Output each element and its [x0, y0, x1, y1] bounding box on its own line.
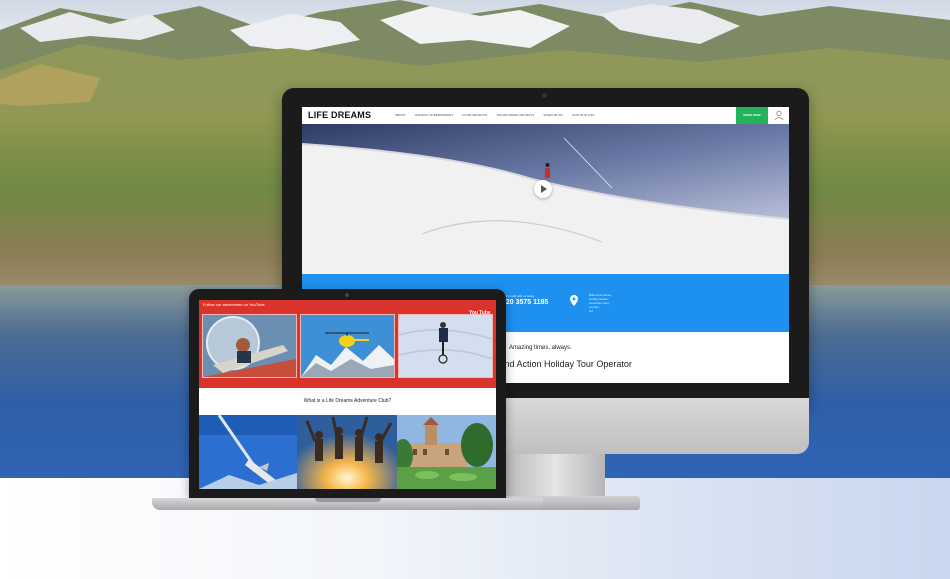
nav-link-join-list[interactable]: JOIN OUR LIST — [572, 113, 595, 117]
headline: ure and Action Holiday Tour Operator — [484, 359, 632, 369]
video-thumbnail-glider[interactable] — [202, 314, 297, 378]
desktop-navbar: LIFE DREAMS ABOUT HOLIDAY SUPERMARKET CL… — [302, 107, 789, 125]
monitor-stand-neck — [505, 454, 605, 500]
nav-links: ABOUT HOLIDAY SUPERMARKET CLUB HOLIDAYS … — [395, 113, 595, 117]
contact-label: Call to talk with us today — [502, 294, 535, 298]
laptop-camera — [345, 293, 349, 297]
club-section: What is a Life Dreams Adventure Club? — [199, 388, 496, 415]
youtube-banner-text: Follow our adventures on YouTube — [203, 302, 265, 307]
nav-link-holiday-supermarket[interactable]: HOLIDAY SUPERMARKET — [415, 113, 453, 117]
monitor-camera — [542, 93, 547, 98]
video-thumbnail-snow-biker[interactable] — [398, 314, 493, 378]
user-icon[interactable] — [774, 110, 784, 120]
laptop-notch — [315, 498, 381, 502]
address-line: N4 — [589, 309, 593, 313]
book-now-button[interactable]: BOOK NOW — [736, 107, 768, 124]
phone-number[interactable]: 020 3575 1185 — [502, 299, 548, 306]
nav-link-club-holidays[interactable]: CLUB HOLIDAYS — [462, 113, 487, 117]
photo-jet — [199, 415, 297, 489]
youtube-logo[interactable]: YouTube — [469, 301, 493, 316]
photo-friends-jumping — [297, 415, 397, 489]
contact-block: Call to talk with us today 020 3575 1185 — [502, 294, 548, 306]
nav-link-video-blog[interactable]: VIDEO BLOG — [543, 113, 563, 117]
play-icon[interactable] — [534, 180, 552, 198]
address-block: Baltimore House, Hartley Estate, Lavende… — [589, 293, 629, 313]
map-pin-icon — [570, 295, 578, 306]
snow-slope-image — [302, 137, 789, 274]
nav-link-about[interactable]: ABOUT — [395, 113, 406, 117]
nav-link-tailor-made[interactable]: TAILOR MADE HOLIDAYS — [496, 113, 534, 117]
hero-video[interactable] — [302, 124, 789, 274]
youtube-banner: Follow our adventures on YouTube YouTube — [199, 300, 496, 388]
laptop-screen: Follow our adventures on YouTube YouTube — [199, 300, 496, 489]
club-section-title: What is a Life Dreams Adventure Club? — [303, 398, 392, 404]
laptop: Follow our adventures on YouTube YouTube — [189, 289, 506, 498]
site-logo[interactable]: LIFE DREAMS — [308, 110, 371, 120]
photo-villa-gardens — [397, 415, 496, 489]
video-thumbnail-helicopter[interactable] — [300, 314, 395, 378]
tagline: Amazing times, always. — [509, 345, 572, 351]
